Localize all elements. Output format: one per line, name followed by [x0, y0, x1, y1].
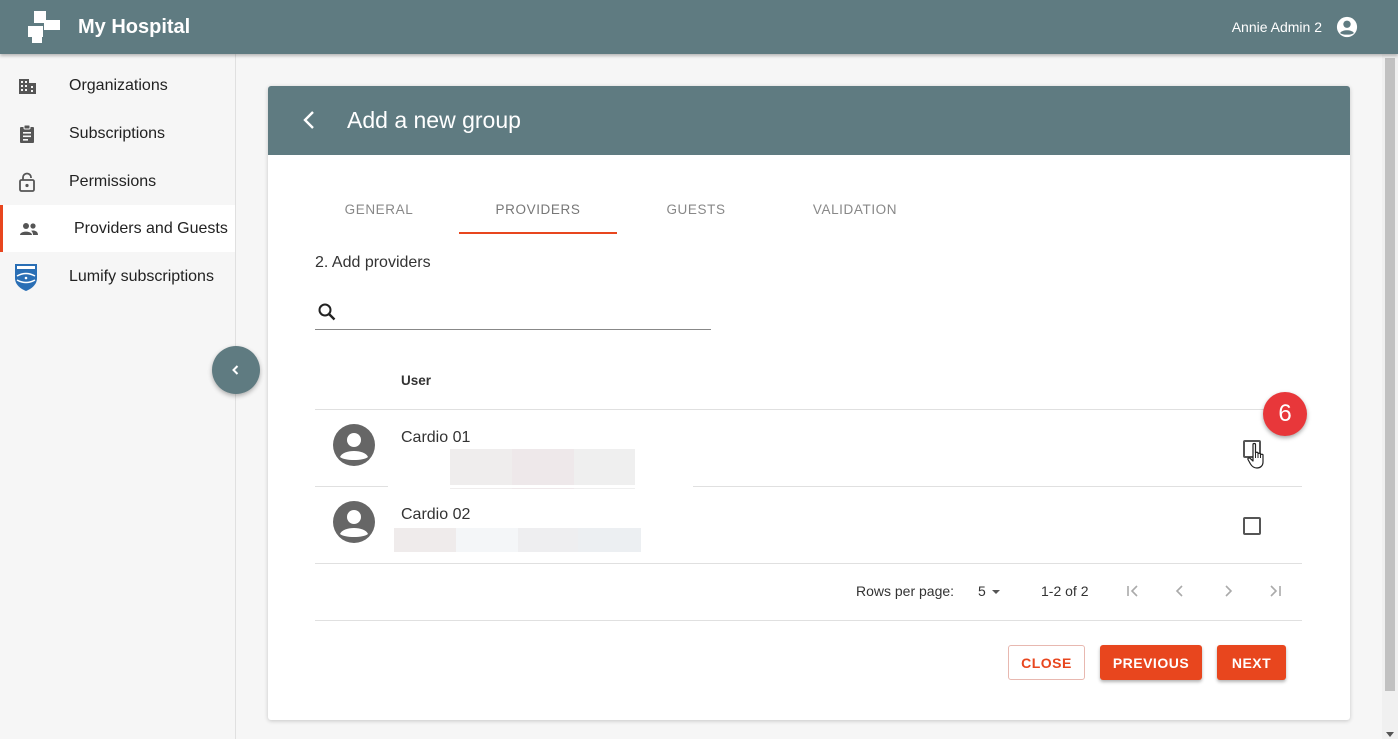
- sidebar-item-label: Subscriptions: [69, 124, 166, 142]
- previous-button[interactable]: PREVIOUS: [1100, 645, 1202, 680]
- divider: [315, 620, 1302, 621]
- step-label: 2. Add providers: [315, 254, 431, 271]
- previous-page-icon[interactable]: [1172, 583, 1188, 599]
- redacted-text: [578, 528, 641, 552]
- hospital-logo-icon: [28, 11, 60, 43]
- user-name[interactable]: Annie Admin 2: [1232, 19, 1322, 35]
- pagination-range: 1-2 of 2: [1041, 583, 1089, 599]
- sidebar-item-providers-and-guests[interactable]: Providers and Guests: [0, 205, 235, 252]
- rows-per-page-label: Rows per page:: [856, 583, 955, 599]
- next-page-icon[interactable]: [1220, 583, 1236, 599]
- card-header: Add a new group: [268, 86, 1350, 155]
- sidebar-item-subscriptions[interactable]: Subscriptions: [0, 110, 235, 157]
- search-field[interactable]: [315, 296, 711, 330]
- table-row: Cardio 01: [315, 410, 1302, 489]
- top-app-bar: My Hospital Annie Admin 2: [0, 0, 1398, 54]
- rows-per-page-select[interactable]: 5: [978, 583, 986, 599]
- search-input[interactable]: [347, 300, 707, 326]
- close-button[interactable]: CLOSE: [1008, 645, 1085, 680]
- first-page-icon[interactable]: [1125, 583, 1141, 599]
- tab-general[interactable]: GENERAL: [300, 202, 458, 234]
- divider: [315, 563, 1302, 564]
- redacted-text: [394, 528, 456, 552]
- sidebar-item-organizations[interactable]: Organizations: [0, 62, 235, 109]
- user-name-cell: Cardio 02: [401, 506, 471, 523]
- redacted-text: [512, 449, 574, 489]
- sidebar-item-lumify-subscriptions[interactable]: Lumify subscriptions: [0, 253, 235, 300]
- column-header-user[interactable]: User: [401, 373, 431, 388]
- people-icon: [20, 222, 38, 235]
- sidebar-item-label: Permissions: [69, 172, 157, 190]
- page-scrollbar[interactable]: [1382, 54, 1398, 739]
- clipboard-icon: [20, 124, 34, 143]
- hand-cursor-icon: [1247, 442, 1264, 469]
- building-icon: [19, 78, 36, 94]
- scrollbar-thumb[interactable]: [1385, 58, 1395, 691]
- redacted-text: [456, 528, 518, 552]
- step-number-badge: 6: [1263, 392, 1307, 436]
- table-row: Cardio 02: [315, 487, 1302, 564]
- back-arrow-icon[interactable]: [298, 108, 322, 132]
- sidebar-collapse-button[interactable]: [212, 346, 260, 394]
- row-select-checkbox[interactable]: [1243, 517, 1261, 535]
- unlock-icon: [19, 172, 35, 192]
- next-button[interactable]: NEXT: [1217, 645, 1286, 680]
- dropdown-arrow-icon[interactable]: [990, 587, 1002, 597]
- sidebar-item-label: Providers and Guests: [74, 219, 228, 237]
- avatar-icon: [331, 424, 377, 470]
- account-circle-icon[interactable]: [1336, 16, 1358, 38]
- last-page-icon[interactable]: [1267, 583, 1283, 599]
- avatar-icon: [331, 501, 377, 547]
- sidebar-item-permissions[interactable]: Permissions: [0, 158, 235, 205]
- sidebar: Organizations Subscriptions Permissions …: [0, 54, 236, 739]
- redacted-text: [518, 528, 578, 552]
- add-group-card: Add a new group GENERAL PROVIDERS GUESTS…: [268, 86, 1350, 720]
- chevron-left-icon: [232, 365, 239, 375]
- tab-validation[interactable]: VALIDATION: [776, 202, 934, 234]
- sidebar-item-label: Organizations: [69, 76, 168, 94]
- user-name-cell: Cardio 01: [401, 429, 471, 446]
- page-title: Add a new group: [347, 107, 521, 133]
- redacted-text: [450, 449, 512, 489]
- philips-shield-icon: [15, 263, 37, 291]
- tab-providers[interactable]: PROVIDERS: [459, 202, 617, 234]
- search-icon: [318, 303, 336, 321]
- app-title: My Hospital: [78, 16, 191, 38]
- tab-guests[interactable]: GUESTS: [617, 202, 775, 234]
- redacted-text: [574, 449, 635, 489]
- sidebar-item-label: Lumify subscriptions: [69, 267, 214, 285]
- scroll-down-arrow-icon[interactable]: [1386, 732, 1394, 737]
